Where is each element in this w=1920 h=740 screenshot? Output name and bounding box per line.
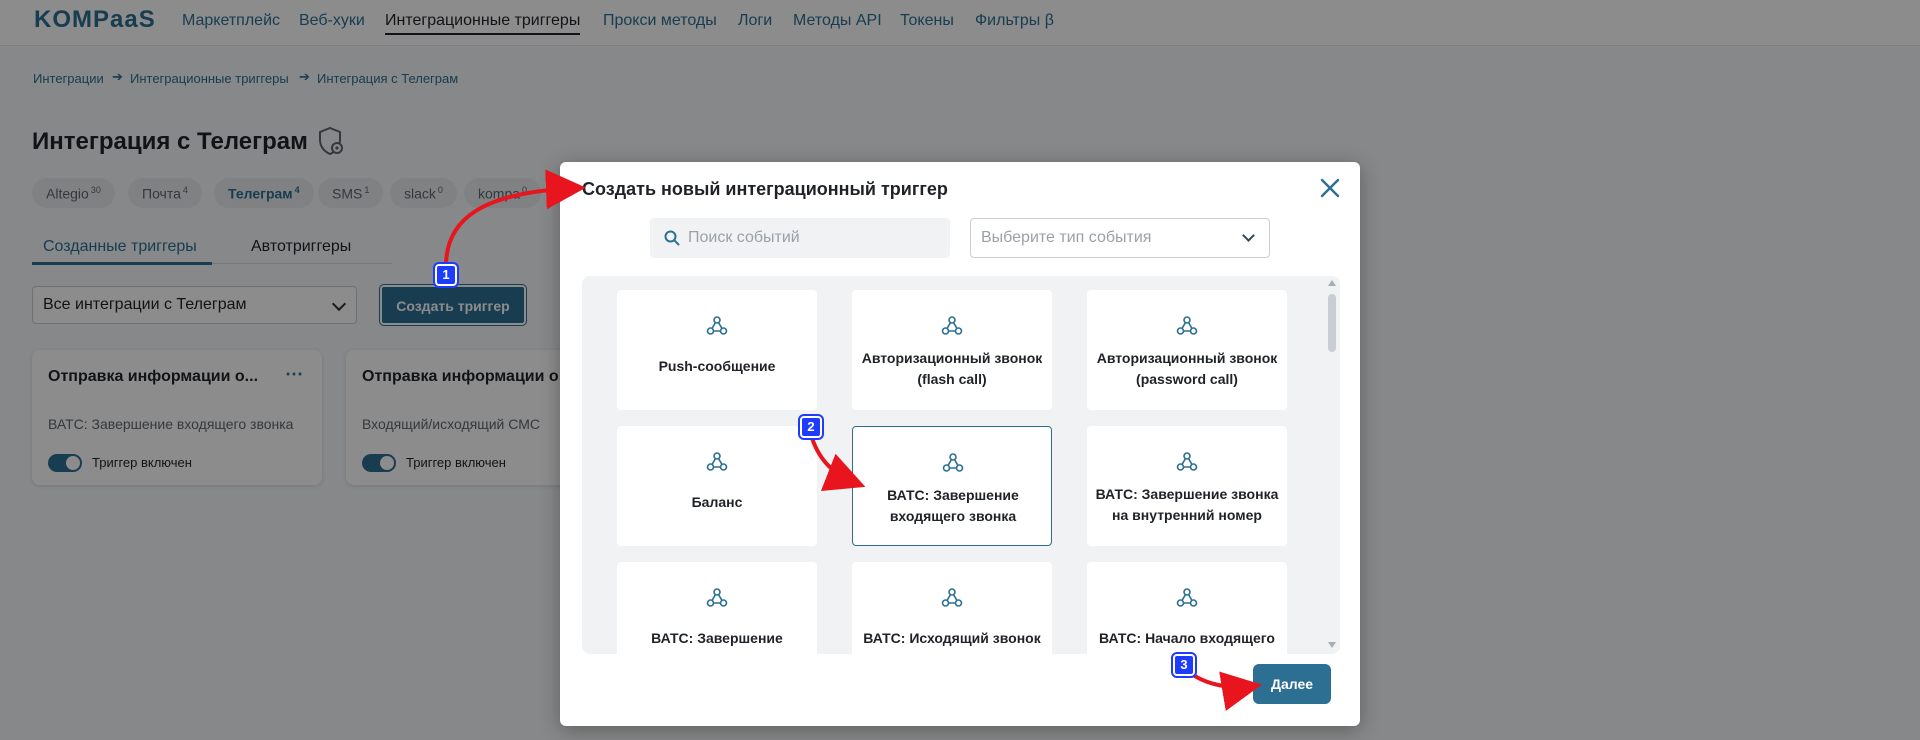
event-card-label: Авторизационный звонок (password call) <box>1096 350 1278 387</box>
event-card-label: ВАТС: Начало входящего <box>1099 630 1275 646</box>
webhook-icon <box>705 586 729 610</box>
webhook-icon <box>1175 314 1199 338</box>
event-card-label: ВАТС: Завершение звонка на внутренний но… <box>1095 486 1279 523</box>
close-icon[interactable] <box>1318 176 1342 200</box>
event-card-label: Баланс <box>691 494 743 510</box>
search-icon <box>664 230 680 246</box>
event-search <box>650 218 950 258</box>
webhook-icon <box>705 314 729 338</box>
event-card[interactable]: Авторизационный звонок (password call) <box>1087 290 1287 410</box>
scroll-down-icon[interactable] <box>1328 642 1336 648</box>
modal-title: Создать новый интеграционный триггер <box>582 179 948 199</box>
webhook-icon <box>705 450 729 474</box>
event-grid: ВАТС: Начало входящего ВАТС: Исходящий зв… <box>582 276 1340 654</box>
event-card-label: ВАТС: Завершение входящего звонка <box>887 487 1019 524</box>
event-card[interactable]: ВАТС: Начало входящего <box>1087 562 1287 654</box>
event-card[interactable]: ВАТС: Завершение входящего звонка <box>852 426 1052 546</box>
event-card[interactable]: ВАТС: Исходящий звонок <box>852 562 1052 654</box>
event-grid-scrollbar[interactable] <box>1324 276 1340 654</box>
next-button[interactable]: Далее <box>1253 664 1331 704</box>
step-marker: 1 <box>433 262 459 288</box>
scrollbar-thumb[interactable] <box>1328 294 1336 352</box>
step-marker: 3 <box>1171 652 1197 678</box>
event-type-select[interactable]: Выберите тип события <box>970 218 1270 258</box>
event-card-label: Push-сообщение <box>658 358 776 374</box>
event-card[interactable]: ВАТС: Завершение звонка на внутренний но… <box>1087 426 1287 546</box>
event-card[interactable]: Баланс <box>617 426 817 546</box>
scroll-up-icon[interactable] <box>1328 280 1336 286</box>
event-card[interactable]: Авторизационный звонок (flash call) <box>852 290 1052 410</box>
webhook-icon <box>940 314 964 338</box>
chevron-down-icon <box>1242 229 1255 242</box>
event-search-input[interactable] <box>688 226 938 250</box>
event-card[interactable]: Push-сообщение <box>617 290 817 410</box>
webhook-icon <box>1175 450 1199 474</box>
event-card-label: ВАТС: Завершение <box>651 630 783 646</box>
webhook-icon <box>1175 586 1199 610</box>
step-marker: 2 <box>798 414 824 440</box>
webhook-icon <box>941 451 965 475</box>
select-placeholder: Выберите тип события <box>981 229 1152 246</box>
event-card-label: ВАТС: Исходящий звонок <box>863 630 1041 646</box>
event-card[interactable]: ВАТС: Завершение <box>617 562 817 654</box>
webhook-icon <box>940 586 964 610</box>
event-card-label: Авторизационный звонок (flash call) <box>861 350 1043 387</box>
create-trigger-modal: Создать новый интеграционный триггер Выб… <box>560 162 1360 726</box>
